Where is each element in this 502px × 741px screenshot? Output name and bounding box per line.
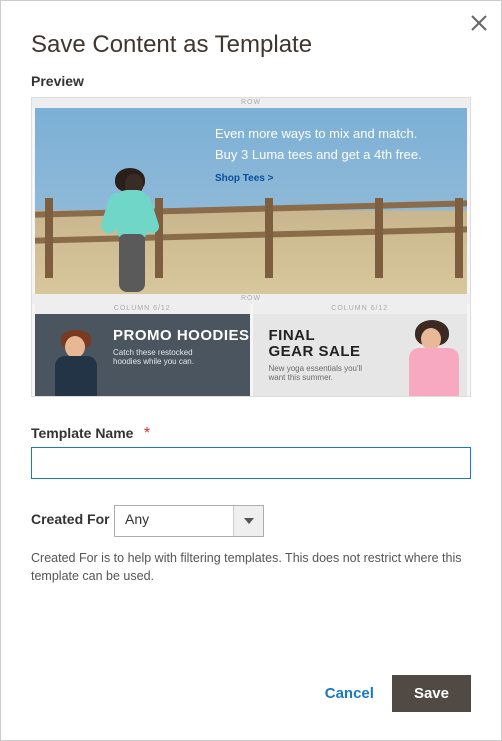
tile-b-title-2: GEAR SALE [269,344,369,360]
created-for-select[interactable]: Any [114,505,264,537]
preview-tile-final-gear-sale: FINAL GEAR SALE New yoga essentials you'… [253,314,468,397]
created-for-value: Any [115,506,233,536]
banner-link: Shop Tees > [215,173,273,184]
row-label-2: ROW [32,294,470,304]
tile-b-title-1: FINAL [269,328,369,344]
save-button[interactable]: Save [392,675,471,712]
preview-label: Preview [31,73,471,89]
preview-tile-promo-hoodies: PROMO HOODIES Catch these restocked hood… [35,314,250,397]
person-b-graphic [397,320,467,397]
template-name-input[interactable] [31,447,471,479]
close-icon [467,11,491,35]
column-label-a: COLUMN 6/12 [35,304,250,314]
tile-a-sub: Catch these restocked hoodies while you … [113,348,213,366]
save-template-modal: Save Content as Template Preview ROW [0,0,502,741]
banner-text: Even more ways to mix and match. Buy 3 L… [215,126,422,186]
tile-b-sub: New yoga essentials you'll want this sum… [269,364,369,382]
banner-line-1: Even more ways to mix and match. [215,126,422,141]
template-name-field: Template Name * [31,425,471,479]
row-label-1: ROW [32,98,470,108]
banner-line-2: Buy 3 Luma tees and get a 4th free. [215,147,422,162]
tile-a-title: PROMO HOODIES [113,328,250,344]
person-a-graphic [39,326,109,397]
created-for-field: Created For Any Created For is to help w… [31,505,471,585]
person-graphic [95,168,175,294]
column-label-b: COLUMN 6/12 [253,304,468,314]
template-name-label: Template Name [31,425,133,441]
required-mark: * [144,425,150,442]
select-toggle[interactable] [233,506,263,536]
cancel-button[interactable]: Cancel [325,685,374,702]
caret-down-icon [244,518,254,524]
close-button[interactable] [467,11,491,35]
modal-footer: Cancel Save [1,655,501,740]
modal-title: Save Content as Template [31,31,471,59]
created-for-helper: Created For is to help with filtering te… [31,549,471,585]
created-for-label: Created For [31,511,110,527]
preview-pane: ROW Even more ways to mix an [31,97,471,397]
preview-banner-hero: Even more ways to mix and match. Buy 3 L… [35,108,467,294]
